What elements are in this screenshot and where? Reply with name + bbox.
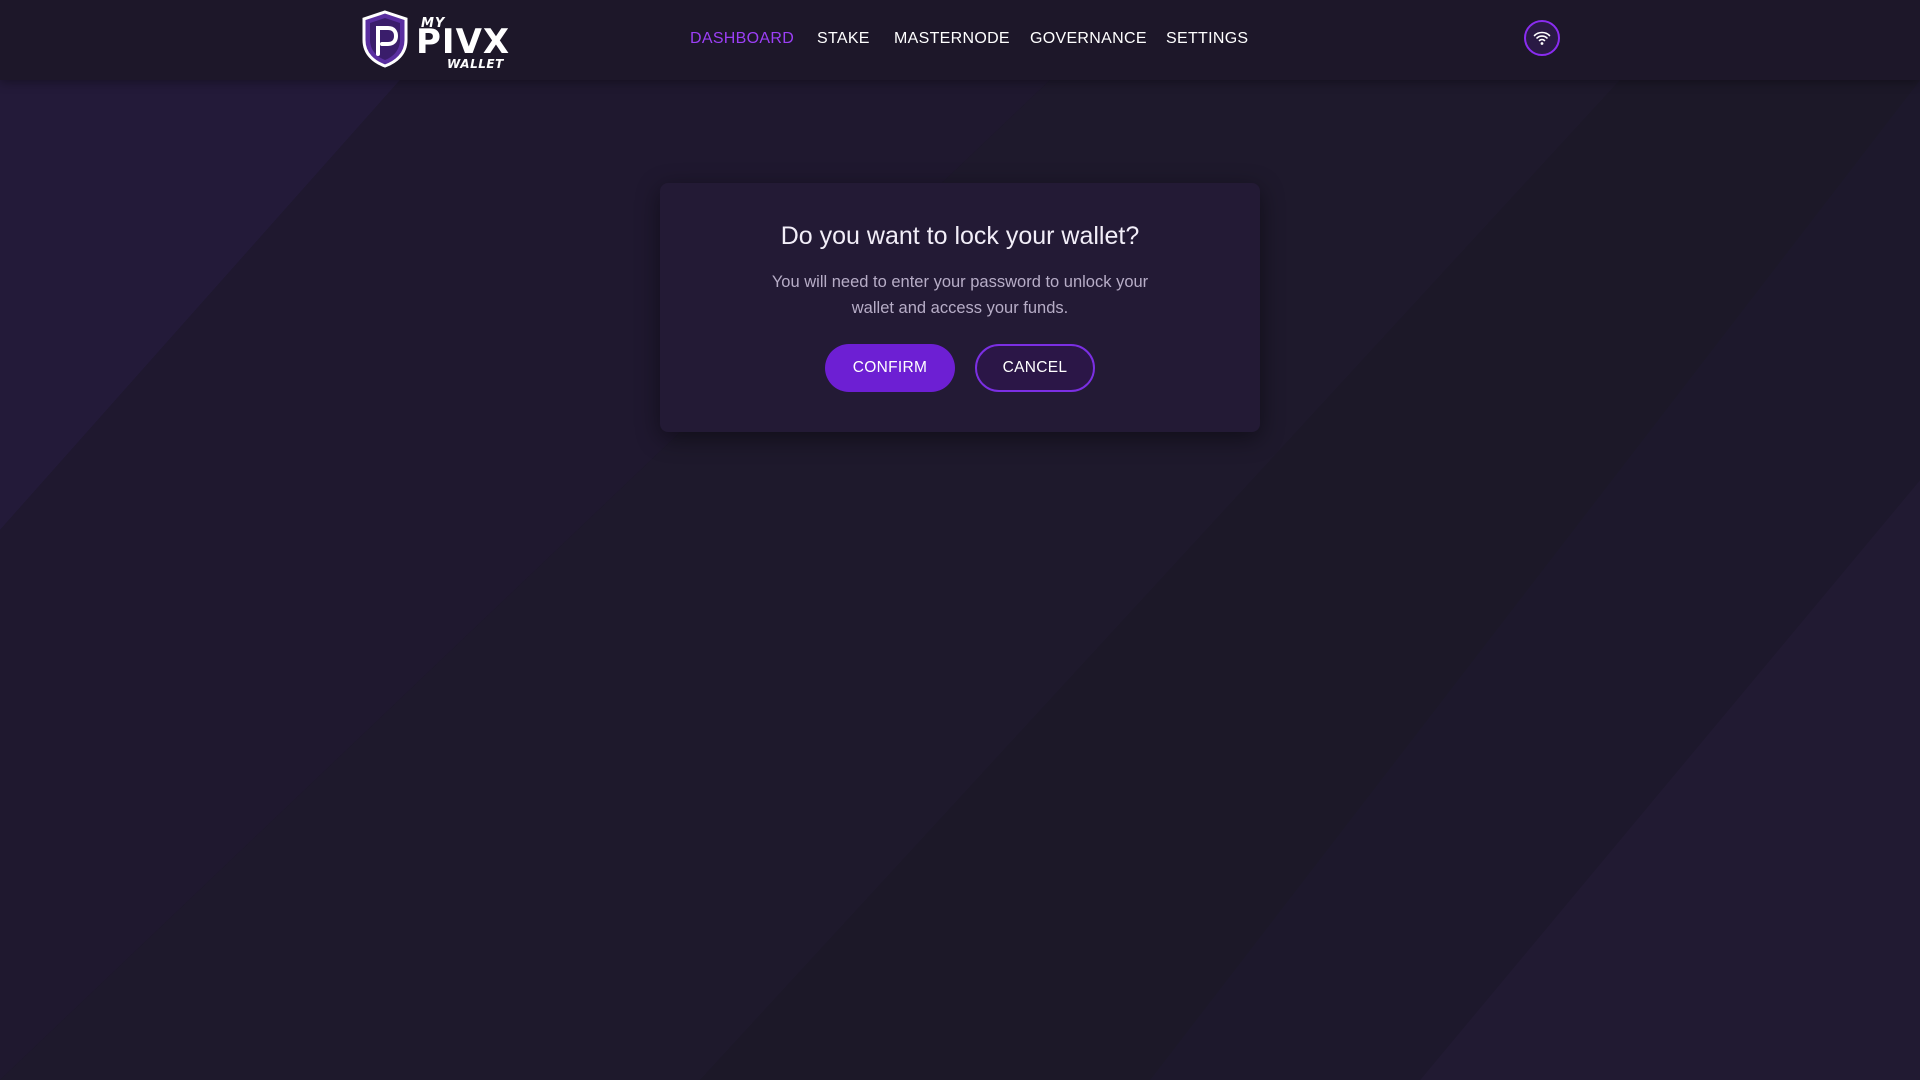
network-status-button[interactable] bbox=[1524, 20, 1560, 56]
dialog-message: You will need to enter your password to … bbox=[771, 273, 1149, 317]
page-background bbox=[0, 0, 1920, 1080]
nav-masternode[interactable]: MASTERNODE bbox=[894, 30, 1010, 48]
wifi-icon bbox=[1533, 31, 1551, 45]
nav-dashboard[interactable]: DASHBOARD bbox=[690, 30, 794, 48]
logo-wallet-text: WALLET bbox=[447, 57, 504, 71]
dialog-title: Do you want to lock your wallet? bbox=[780, 222, 1140, 250]
mypivx-wallet-logo[interactable]: MY PIVX WALLET bbox=[361, 10, 509, 71]
background-decoration bbox=[0, 80, 1920, 1080]
nav-settings[interactable]: SETTINGS bbox=[1166, 30, 1248, 48]
cancel-button[interactable]: CANCEL bbox=[975, 344, 1095, 392]
pivx-shield-icon bbox=[362, 10, 408, 68]
confirm-button[interactable]: CONFIRM bbox=[825, 344, 955, 392]
nav-governance[interactable]: GOVERNANCE bbox=[1030, 30, 1147, 48]
top-navbar: MY PIVX WALLET DASHBOARD STAKE MASTERNOD… bbox=[0, 0, 1920, 80]
lock-wallet-dialog: Do you want to lock your wallet? You wil… bbox=[660, 183, 1260, 432]
logo-pivx-text: PIVX bbox=[416, 22, 511, 62]
nav-stake[interactable]: STAKE bbox=[817, 30, 870, 48]
